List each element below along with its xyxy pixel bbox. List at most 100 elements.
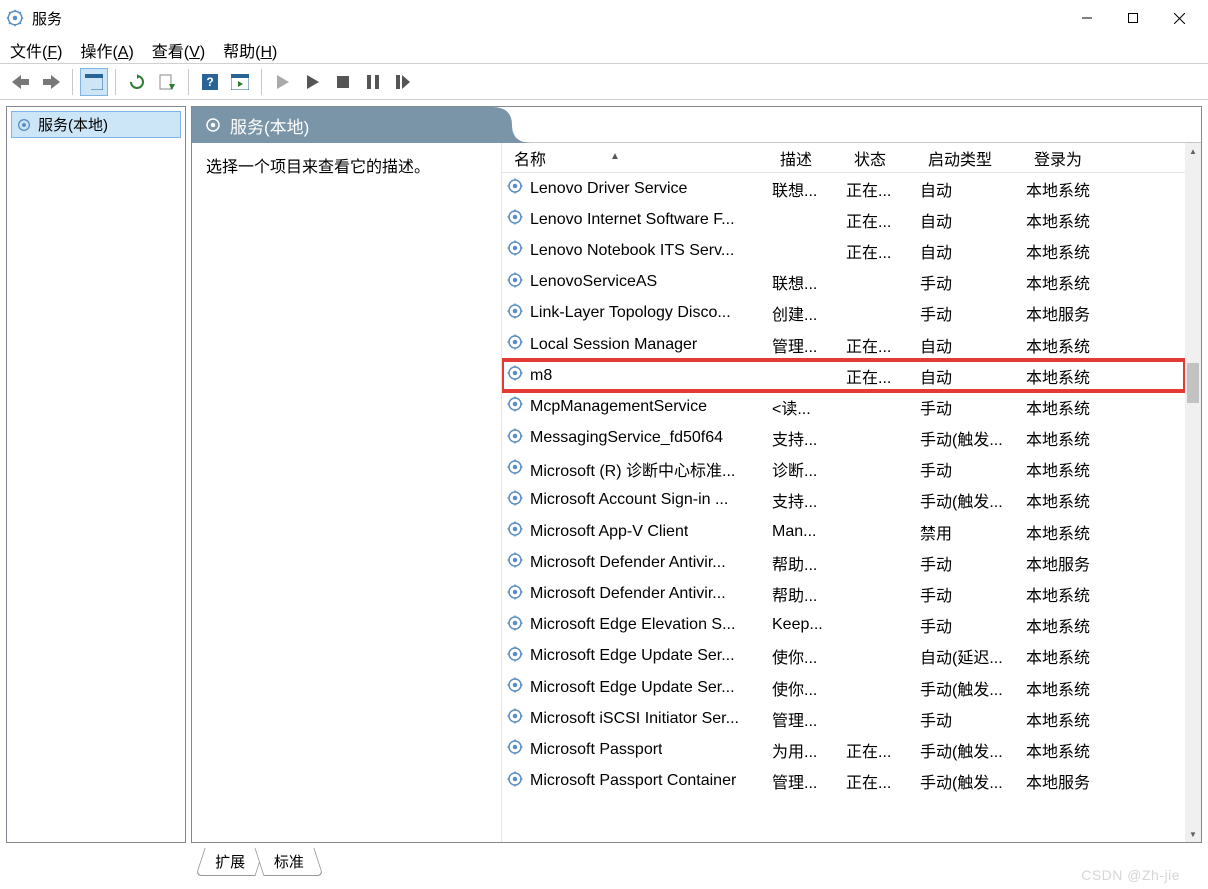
- vertical-scrollbar[interactable]: ▲ ▼: [1185, 143, 1201, 842]
- table-row[interactable]: Microsoft Defender Antivir...帮助...手动本地系统: [502, 578, 1185, 609]
- service-startup: 自动: [920, 208, 1026, 232]
- service-desc: 支持...: [772, 488, 846, 512]
- gear-icon: [506, 770, 524, 793]
- table-row[interactable]: Microsoft (R) 诊断中心标准...诊断...手动本地系统: [502, 454, 1185, 485]
- service-name: LenovoServiceAS: [530, 273, 657, 291]
- scrollbar-thumb[interactable]: [1187, 363, 1199, 403]
- restart-service-button[interactable]: [389, 68, 417, 96]
- tab-extended[interactable]: 扩展: [195, 848, 264, 876]
- pause-service-button[interactable]: [359, 68, 387, 96]
- table-row[interactable]: Microsoft Defender Antivir...帮助...手动本地服务: [502, 547, 1185, 578]
- service-name: Lenovo Internet Software F...: [530, 211, 735, 229]
- scroll-down-icon[interactable]: ▼: [1185, 826, 1201, 842]
- service-logon: 本地系统: [1026, 239, 1126, 263]
- window-title: 服务: [32, 8, 62, 29]
- table-row[interactable]: Link-Layer Topology Disco...创建...手动本地服务: [502, 298, 1185, 329]
- tab-standard[interactable]: 标准: [254, 848, 323, 876]
- service-status: 正在...: [846, 177, 920, 201]
- col-startup[interactable]: 启动类型: [920, 146, 1026, 170]
- service-logon: 本地系统: [1026, 488, 1126, 512]
- table-row[interactable]: Lenovo Internet Software F...正在...自动本地系统: [502, 204, 1185, 235]
- table-row[interactable]: McpManagementService<读...手动本地系统: [502, 391, 1185, 422]
- table-row[interactable]: LenovoServiceAS联想...手动本地系统: [502, 267, 1185, 298]
- forward-button[interactable]: [37, 68, 65, 96]
- table-row[interactable]: Microsoft Account Sign-in ... 支持... 手动(触发.…: [502, 485, 1185, 516]
- titlebar: 服务: [0, 0, 1208, 36]
- table-row[interactable]: Microsoft Passport为用...正在...手动(触发...本地系统: [502, 734, 1185, 765]
- service-status: 正在...: [846, 738, 920, 762]
- navigation-tree[interactable]: 服务(本地): [6, 106, 186, 843]
- table-row[interactable]: Microsoft Edge Elevation S...Keep...手动本地…: [502, 610, 1185, 641]
- tree-item-services-local[interactable]: 服务(本地): [11, 111, 181, 138]
- col-logon[interactable]: 登录为: [1026, 146, 1126, 170]
- service-startup: 手动: [920, 613, 1026, 637]
- help-button[interactable]: ?: [196, 68, 224, 96]
- service-logon: 本地系统: [1026, 613, 1126, 637]
- toolbar: ?: [0, 64, 1208, 100]
- gear-icon: [506, 551, 524, 574]
- menu-file[interactable]: 文件(F): [10, 38, 62, 62]
- service-startup: 手动(触发...: [920, 426, 1026, 450]
- gear-icon: [506, 271, 524, 294]
- service-name: Microsoft (R) 诊断中心标准...: [530, 457, 735, 481]
- table-row[interactable]: Microsoft Edge Update Ser...使你...自动(延迟..…: [502, 641, 1185, 672]
- refresh-button[interactable]: [123, 68, 151, 96]
- gear-icon: [506, 239, 524, 262]
- sort-asc-icon: ▲: [610, 151, 620, 162]
- service-desc: 使你...: [772, 676, 846, 700]
- service-logon: 本地系统: [1026, 520, 1126, 544]
- table-row[interactable]: Microsoft App-V ClientMan...禁用本地系统: [502, 516, 1185, 547]
- panel-header: 服务(本地): [230, 113, 309, 138]
- table-row[interactable]: Lenovo Driver Service联想...正在...自动本地系统: [502, 173, 1185, 204]
- menubar: 文件(F) 操作(A) 查看(V) 帮助(H): [0, 36, 1208, 64]
- table-row[interactable]: Lenovo Notebook ITS Serv...正在...自动本地系统: [502, 235, 1185, 266]
- service-logon: 本地系统: [1026, 333, 1126, 357]
- service-desc: 联想...: [772, 177, 846, 201]
- service-name: Microsoft iSCSI Initiator Ser...: [530, 710, 739, 728]
- maximize-button[interactable]: [1110, 0, 1156, 36]
- start-service-alt-button[interactable]: [299, 68, 327, 96]
- minimize-button[interactable]: [1064, 0, 1110, 36]
- table-row[interactable]: MessagingService_fd50f64支持...手动(触发...本地系…: [502, 423, 1185, 454]
- service-logon: 本地服务: [1026, 551, 1126, 575]
- service-name: Microsoft Defender Antivir...: [530, 585, 726, 603]
- table-row[interactable]: m8正在...自动本地系统: [502, 360, 1185, 391]
- service-startup: 手动(触发...: [920, 488, 1026, 512]
- table-row[interactable]: Local Session Manager管理...正在...自动本地系统: [502, 329, 1185, 360]
- service-desc: 诊断...: [772, 457, 846, 481]
- services-list[interactable]: 名称▲ 描述 状态 启动类型 登录为 Lenovo Driver Service…: [502, 143, 1201, 842]
- service-desc: 管理...: [772, 333, 846, 357]
- col-status[interactable]: 状态: [846, 146, 920, 170]
- service-startup: 手动: [920, 395, 1026, 419]
- col-name[interactable]: 名称▲: [506, 146, 772, 170]
- table-row[interactable]: Microsoft iSCSI Initiator Ser...管理...手动本…: [502, 703, 1185, 734]
- start-service-button[interactable]: [269, 68, 297, 96]
- menu-help[interactable]: 帮助(H): [223, 38, 277, 62]
- export-list-button[interactable]: [153, 68, 181, 96]
- service-name: Microsoft Account Sign-in ...: [530, 491, 728, 509]
- service-name: McpManagementService: [530, 398, 707, 416]
- gear-icon: [506, 302, 524, 325]
- menu-action[interactable]: 操作(A): [80, 38, 133, 62]
- gear-icon: [506, 676, 524, 699]
- properties-button[interactable]: [226, 68, 254, 96]
- service-desc: <读...: [772, 395, 846, 419]
- back-button[interactable]: [7, 68, 35, 96]
- menu-view[interactable]: 查看(V): [152, 38, 205, 62]
- table-row[interactable]: Microsoft Edge Update Ser...使你...手动(触发..…: [502, 672, 1185, 703]
- service-logon: 本地系统: [1026, 676, 1126, 700]
- service-status: 正在...: [846, 769, 920, 793]
- stop-service-button[interactable]: [329, 68, 357, 96]
- show-hide-tree-button[interactable]: [80, 68, 108, 96]
- scroll-up-icon[interactable]: ▲: [1185, 143, 1201, 159]
- table-row[interactable]: Microsoft Passport Container管理...正在...手动…: [502, 766, 1185, 797]
- column-headers[interactable]: 名称▲ 描述 状态 启动类型 登录为: [502, 143, 1201, 173]
- service-startup: 自动: [920, 239, 1026, 263]
- service-desc: 联想...: [772, 270, 846, 294]
- col-desc[interactable]: 描述: [772, 146, 846, 170]
- main-panel: 服务(本地) 选择一个项目来查看它的描述。 名称▲ 描述 状态 启动类型 登录为…: [191, 106, 1202, 843]
- close-button[interactable]: [1156, 0, 1202, 36]
- service-logon: 本地系统: [1026, 208, 1126, 232]
- gear-icon: [506, 614, 524, 637]
- service-name: m8: [530, 367, 552, 385]
